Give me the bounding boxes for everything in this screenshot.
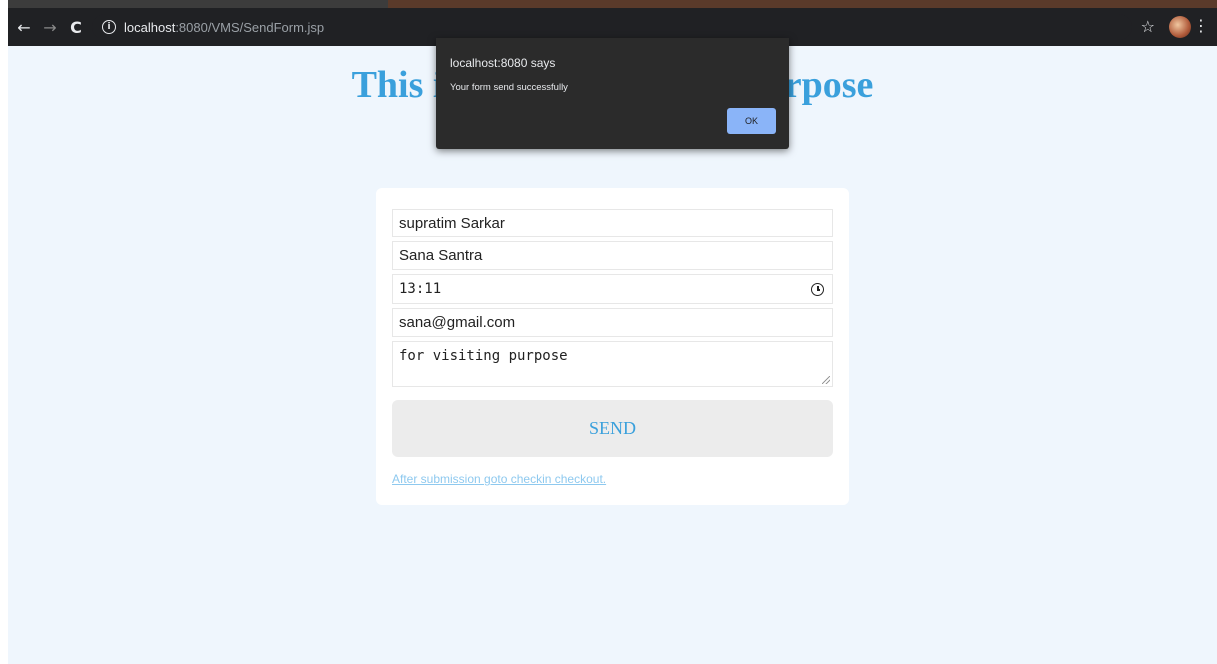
reload-icon[interactable]: C — [66, 17, 86, 37]
info-icon[interactable]: i — [102, 20, 116, 34]
visitor-name-field[interactable]: Sana Santra — [392, 241, 833, 270]
dialog-message: Your form send successfully — [450, 82, 568, 93]
url-path: :8080/VMS/SendForm.jsp — [175, 19, 325, 35]
time-value: 13:11 — [399, 281, 442, 297]
purpose-textarea[interactable]: for visiting purpose — [392, 341, 833, 387]
dialog-title: localhost:8080 says — [450, 56, 556, 70]
profile-avatar[interactable] — [1169, 16, 1191, 38]
back-arrow-icon[interactable]: ← — [14, 17, 34, 37]
more-menu-icon[interactable]: ⋮ — [1193, 16, 1209, 35]
ok-button[interactable]: OK — [727, 108, 776, 134]
checkin-checkout-link[interactable]: After submission goto checkin checkout. — [392, 472, 606, 486]
purpose-value: for visiting purpose — [399, 348, 568, 364]
alert-dialog: localhost:8080 says Your form send succe… — [436, 38, 789, 149]
email-field[interactable]: sana@gmail.com — [392, 308, 833, 337]
bookmark-star-icon[interactable]: ☆ — [1141, 17, 1155, 36]
time-input[interactable]: 13:11 — [392, 274, 833, 304]
active-tab[interactable] — [8, 0, 388, 8]
host-name-field[interactable]: supratim Sarkar — [392, 209, 833, 237]
send-form: supratim Sarkar Sana Santra 13:11 sana@g… — [376, 188, 849, 505]
forward-arrow-icon[interactable]: → — [40, 17, 60, 37]
send-button[interactable]: SEND — [392, 400, 833, 457]
address-bar[interactable]: i localhost:8080/VMS/SendForm.jsp — [92, 14, 1132, 40]
url-host: localhost — [124, 19, 176, 35]
clock-icon[interactable] — [811, 283, 824, 296]
resize-grip-icon[interactable] — [822, 376, 830, 384]
